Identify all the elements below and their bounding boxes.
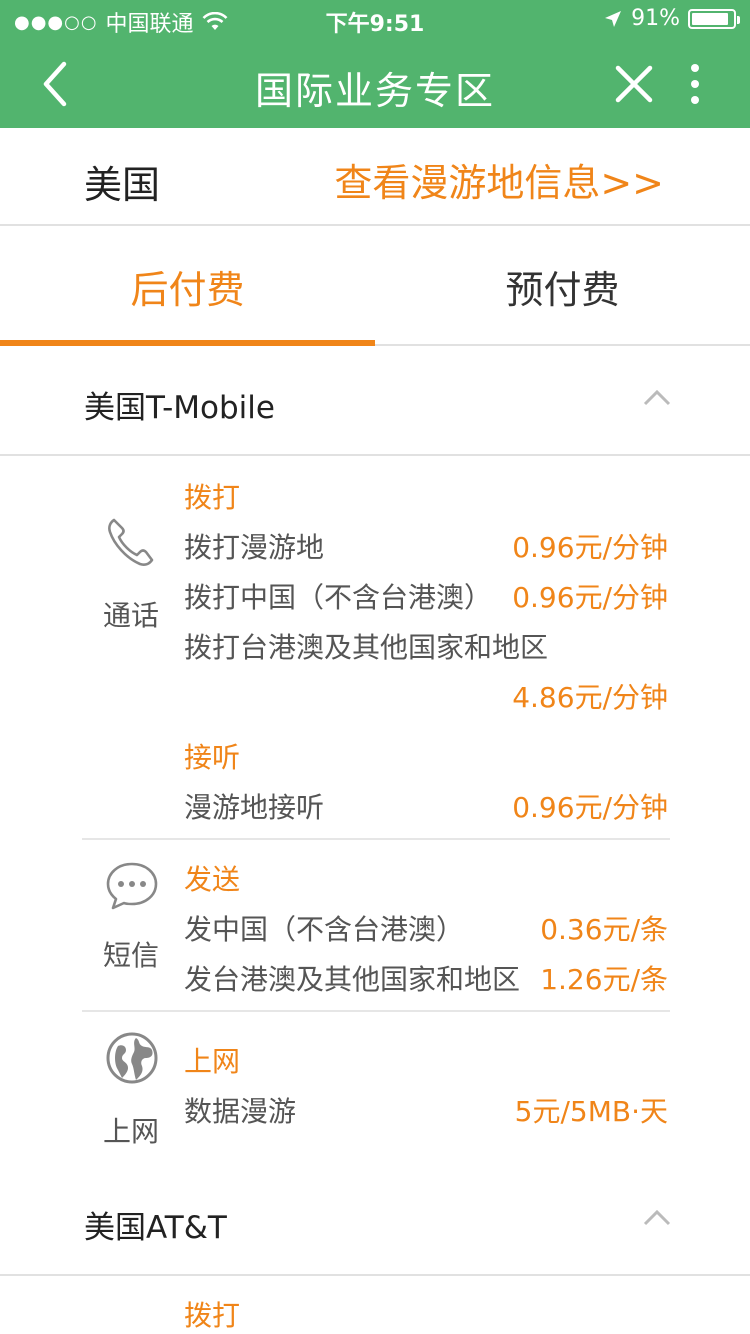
dial-local-price: 0.96元/分钟	[512, 531, 668, 564]
message-icon	[106, 862, 158, 910]
close-icon[interactable]	[610, 60, 658, 108]
answer-local-price: 0.96元/分钟	[512, 791, 668, 824]
dial-china-label: 拨打中国（不含台港澳）	[184, 581, 493, 614]
tab-prepaid[interactable]: 预付费	[375, 226, 750, 346]
globe-icon	[106, 1032, 158, 1084]
phone-icon	[108, 518, 154, 566]
data-roaming-price: 5元/5MB·天	[514, 1095, 668, 1128]
operator-name: 美国T-Mobile	[84, 390, 275, 426]
dial-local-label: 拨打漫游地	[184, 531, 325, 564]
tab-postpaid[interactable]: 后付费	[0, 226, 375, 346]
country-name: 美国	[84, 163, 161, 207]
chevron-up-icon[interactable]	[642, 1206, 672, 1230]
sms-section: 短信 发送 发中国（不含台港澳） 0.36元/条 发台港澳及其他国家和地区 1.…	[82, 840, 670, 1012]
att-call-section: 拨打	[82, 1278, 670, 1334]
nav-bar: 国际业务专区	[0, 40, 750, 128]
answer-title: 接听	[184, 741, 241, 774]
internet-title: 上网	[184, 1045, 241, 1078]
chevron-up-icon[interactable]	[642, 386, 672, 410]
sms-label: 短信	[102, 939, 159, 972]
dial-title: 拨打	[184, 1299, 241, 1332]
more-icon[interactable]	[680, 60, 710, 108]
dial-other-label: 拨打台港澳及其他国家和地区	[184, 631, 549, 664]
battery-icon	[688, 8, 740, 29]
sms-other-price: 1.26元/条	[540, 963, 668, 996]
dial-china-price: 0.96元/分钟	[512, 581, 668, 614]
status-bar: ●●●○○ 中国联通 下午9:51 91%	[0, 0, 750, 40]
dial-title: 拨打	[184, 481, 241, 514]
roaming-info-link[interactable]: 查看漫游地信息>>	[334, 152, 664, 207]
data-label: 上网	[102, 1115, 159, 1148]
call-label: 通话	[102, 599, 159, 632]
answer-local-label: 漫游地接听	[184, 791, 325, 824]
payment-tabs: 后付费 预付费	[0, 226, 750, 346]
send-title: 发送	[184, 863, 241, 896]
battery-percent: 91%	[631, 6, 680, 31]
operator-header-att[interactable]: 美国AT&T	[0, 1166, 750, 1276]
data-roaming-label: 数据漫游	[184, 1095, 297, 1128]
operator-name: 美国AT&T	[84, 1210, 227, 1246]
location-icon	[605, 10, 622, 27]
operator-header-tmobile[interactable]: 美国T-Mobile	[0, 346, 750, 456]
country-row: 美国 查看漫游地信息>>	[0, 128, 750, 226]
call-section: 通话 拨打 拨打漫游地 0.96元/分钟 拨打中国（不含台港澳） 0.96元/分…	[82, 458, 670, 840]
data-section: 上网 上网 数据漫游 5元/5MB·天	[82, 1012, 670, 1166]
sms-china-price: 0.36元/条	[540, 913, 668, 946]
sms-other-label: 发台港澳及其他国家和地区	[184, 963, 521, 996]
top-bar: ●●●○○ 中国联通 下午9:51 91% 国际业务专区	[0, 0, 750, 128]
dial-other-price: 4.86元/分钟	[512, 681, 668, 714]
sms-china-label: 发中国（不含台港澳）	[184, 913, 465, 946]
